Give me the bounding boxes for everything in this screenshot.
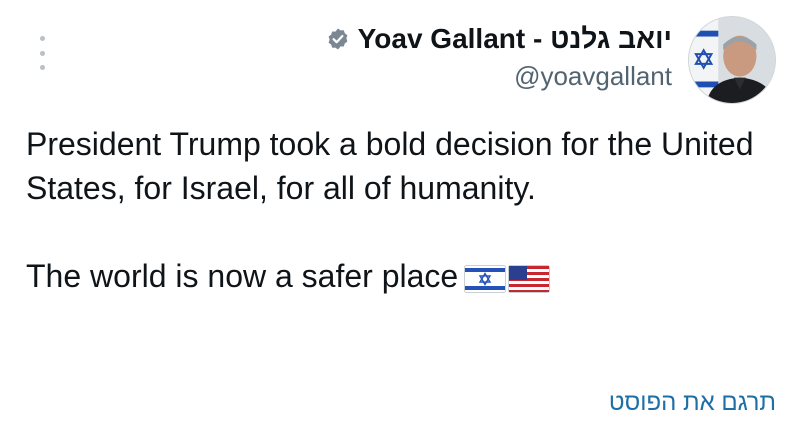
verified-badge-icon — [328, 28, 348, 50]
israel-flag-icon — [464, 264, 507, 293]
translate-post-link[interactable]: תרגם את הפוסט — [609, 388, 776, 418]
tweet-text: President Trump took a bold decision for… — [26, 122, 766, 298]
name-row[interactable]: Yoav Gallant - יואב גלנט — [326, 22, 672, 56]
tweet-paragraph: President Trump took a bold decision for… — [26, 126, 754, 206]
tweet-paragraph-2: The world is now a safer place — [26, 254, 766, 298]
more-dot-icon — [39, 65, 45, 70]
more-options-button[interactable] — [30, 36, 54, 70]
tweet-card: Yoav Gallant - יואב גלנט @yoavgallant Pr… — [0, 0, 800, 448]
profile-photo-icon — [689, 17, 775, 103]
avatar[interactable] — [688, 16, 776, 104]
author-handle[interactable]: @yoavgallant — [514, 60, 672, 92]
more-dot-icon — [39, 36, 45, 41]
author-display-name[interactable]: Yoav Gallant - יואב גלנט — [358, 22, 672, 56]
author-names: Yoav Gallant - יואב גלנט @yoavgallant — [326, 16, 672, 92]
us-flag-icon — [508, 264, 551, 293]
tweet-header: Yoav Gallant - יואב גלנט @yoavgallant — [326, 16, 776, 104]
more-dot-icon — [39, 50, 45, 56]
flag-emojis — [462, 264, 551, 293]
tweet-paragraph-text: The world is now a safer place — [26, 258, 459, 294]
